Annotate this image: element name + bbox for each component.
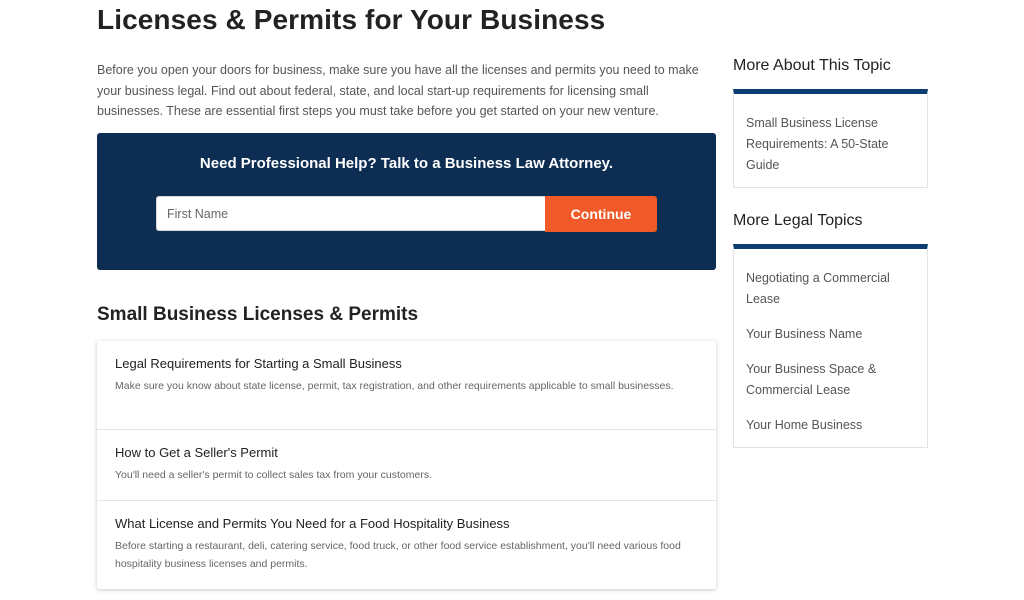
article-card-title[interactable]: Legal Requirements for Starting a Small … [115,356,698,371]
article-card-title[interactable]: How to Get a Seller's Permit [115,445,698,460]
sidebar-link-commercial-lease[interactable]: Negotiating a Commercial Lease [734,268,927,310]
article-card-list: Legal Requirements for Starting a Small … [97,341,716,589]
sidebar-link-business-space[interactable]: Your Business Space & Commercial Lease [734,359,927,401]
sidebar-box-more-about: Small Business License Requirements: A 5… [733,89,928,188]
article-card-description: Before starting a restaurant, deli, cate… [115,540,681,570]
sidebar-link-50-state-guide[interactable]: Small Business License Requirements: A 5… [734,113,927,176]
article-card-title[interactable]: What License and Permits You Need for a … [115,516,698,531]
continue-button[interactable]: Continue [545,196,657,232]
sidebar-link-home-business[interactable]: Your Home Business [734,415,927,436]
section-title: Small Business Licenses & Permits [97,304,419,325]
page-title: Licenses & Permits for Your Business [97,4,606,35]
intro-text: Before you open your doors for business,… [97,63,699,118]
article-card[interactable]: What License and Permits You Need for a … [97,501,716,589]
article-card[interactable]: Legal Requirements for Starting a Small … [97,341,716,430]
article-card-description: You'll need a seller's permit to collect… [115,469,433,481]
article-card[interactable]: How to Get a Seller's Permit You'll need… [97,430,716,501]
sidebar-heading-more-legal: More Legal Topics [733,212,863,229]
attorney-cta-box: Need Professional Help? Talk to a Busine… [97,133,716,270]
sidebar-heading-more-about: More About This Topic [733,57,891,74]
sidebar-link-business-name[interactable]: Your Business Name [734,324,927,345]
sidebar-box-more-legal: Negotiating a Commercial Lease Your Busi… [733,244,928,448]
cta-heading: Need Professional Help? Talk to a Busine… [199,155,614,172]
article-card-description: Make sure you know about state license, … [115,380,674,392]
first-name-input[interactable] [156,196,545,231]
